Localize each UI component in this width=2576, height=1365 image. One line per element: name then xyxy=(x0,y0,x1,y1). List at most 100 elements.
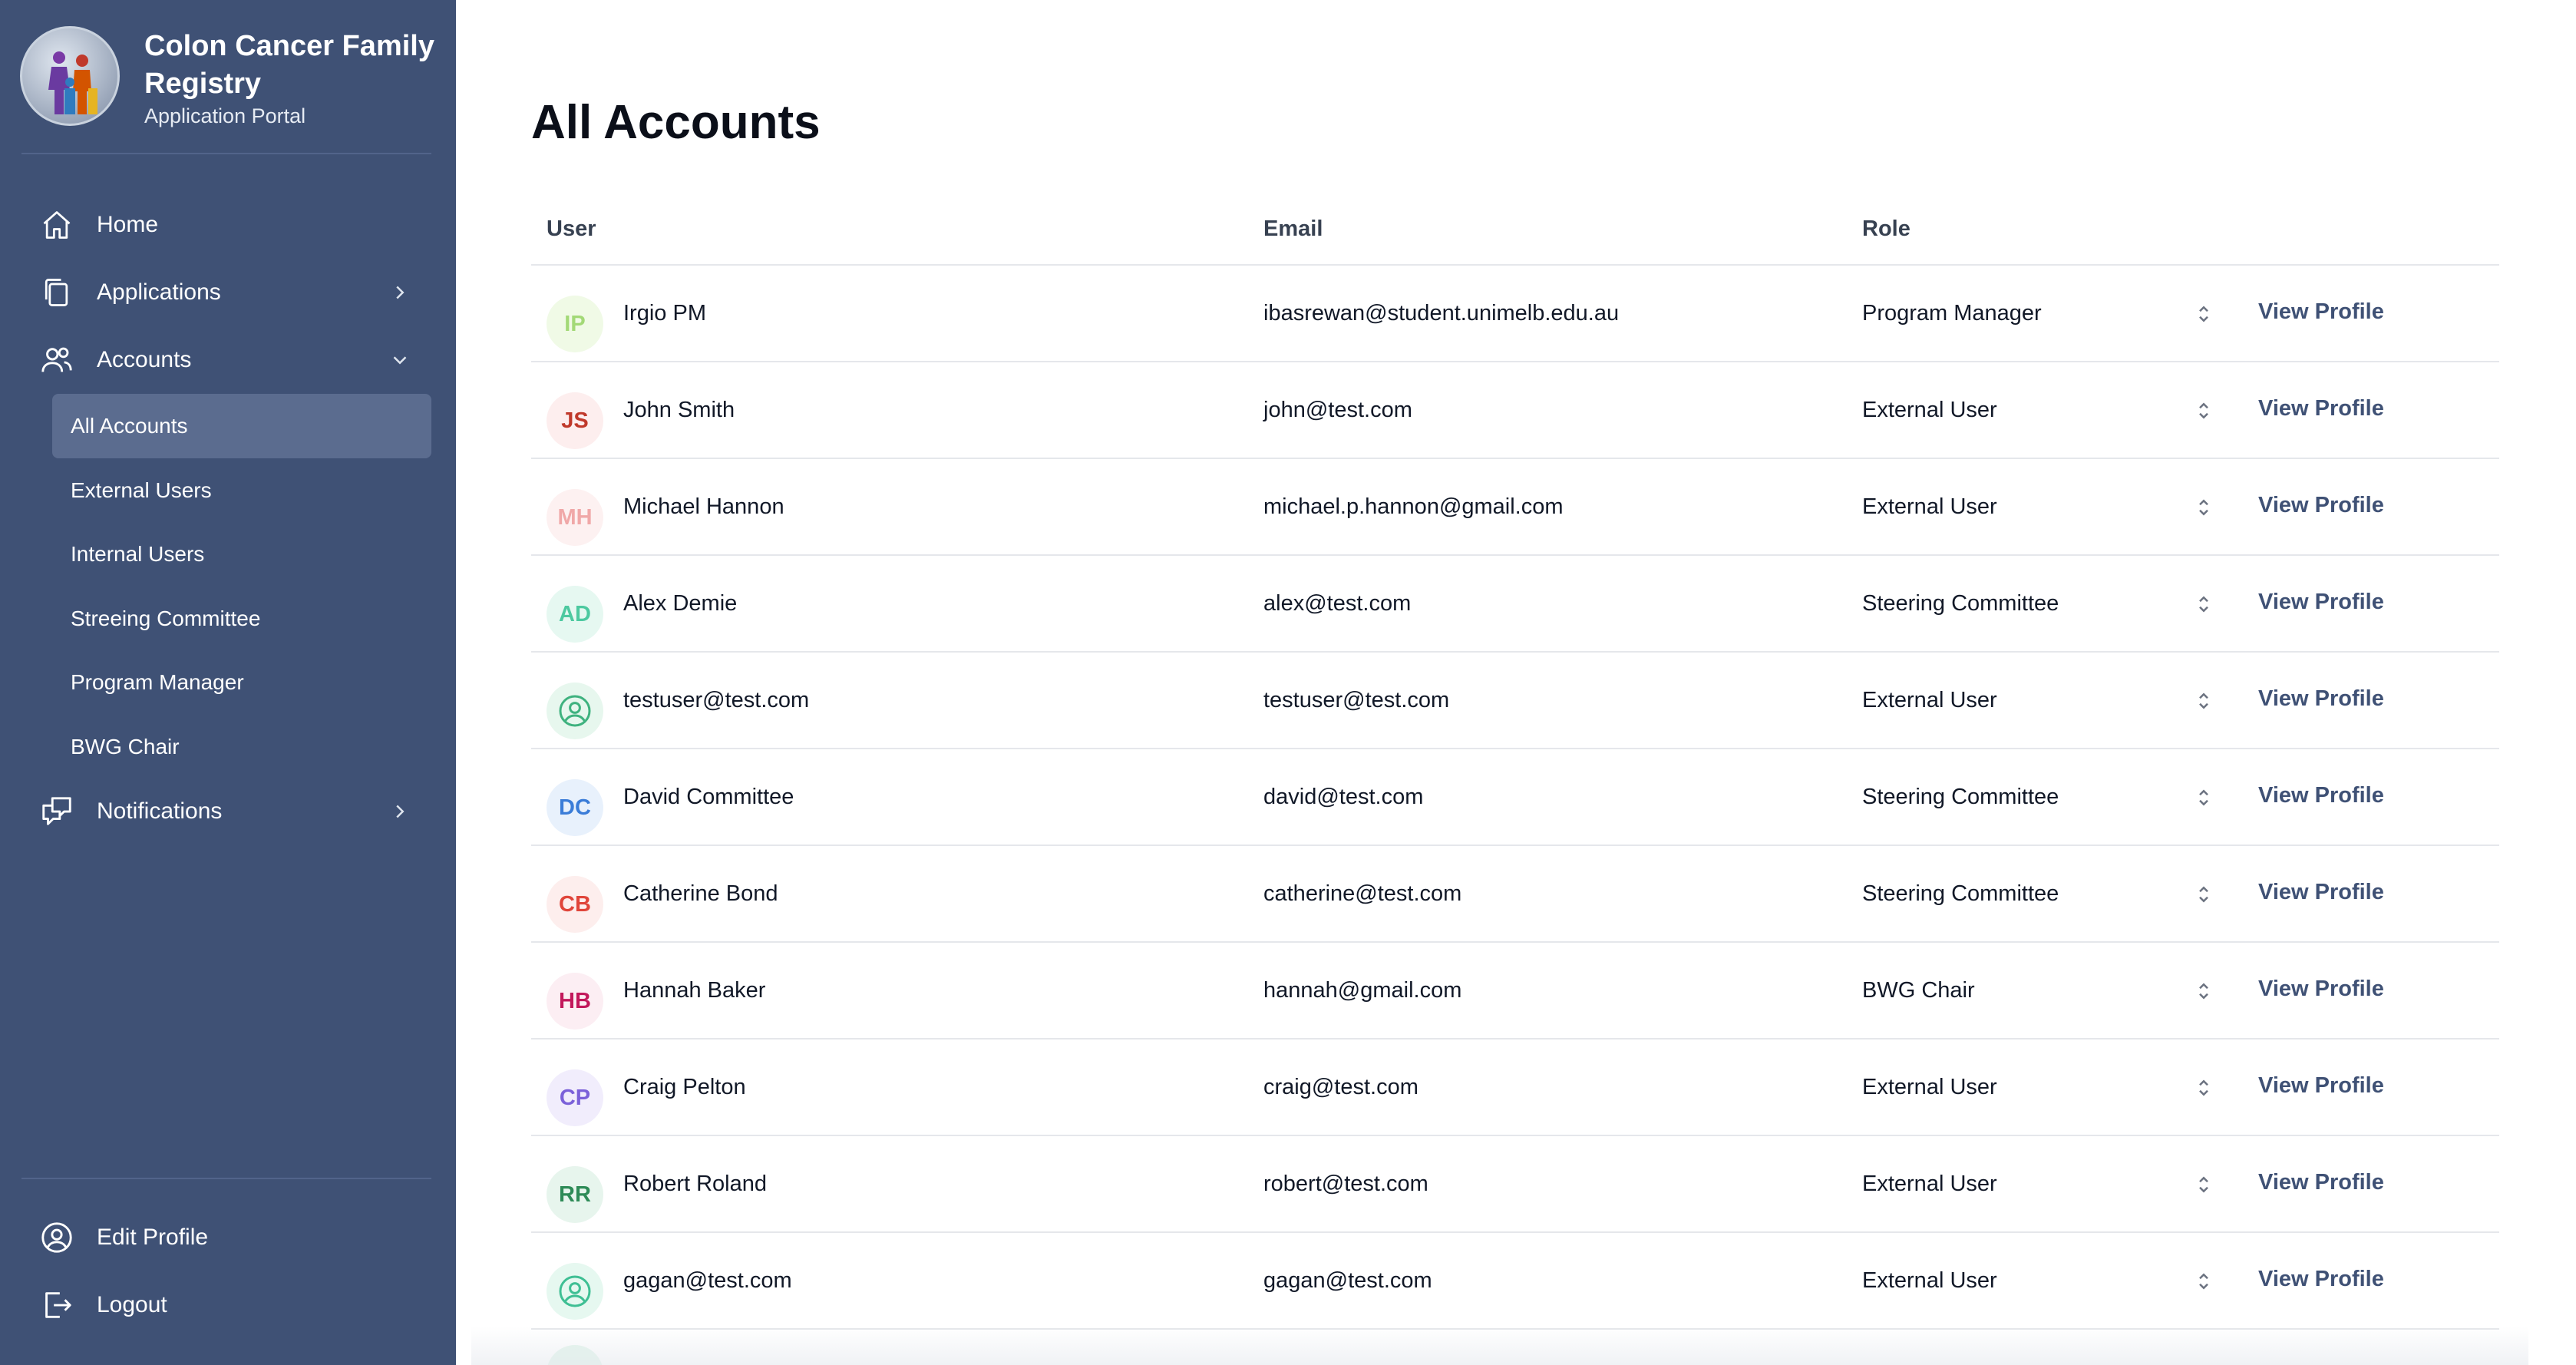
brand: Colon Cancer Family Registry Application… xyxy=(20,26,434,129)
brand-subtitle: Application Portal xyxy=(144,104,306,127)
table-row: IP Irgio PM ibasrewan@student.unimelb.edu.… xyxy=(531,266,2499,362)
user-name: testuser@test.com xyxy=(623,688,810,712)
role-value: External User xyxy=(1862,688,1997,712)
sub-program-manager[interactable]: Program Manager xyxy=(52,650,431,715)
role-value: External User xyxy=(1862,1172,1997,1196)
nav-applications-label: Applications xyxy=(97,279,221,305)
avatar: DC xyxy=(547,779,603,836)
user-circle-icon xyxy=(559,1275,591,1307)
select-arrows-icon xyxy=(2199,886,2208,903)
user-circle-icon xyxy=(37,1218,77,1258)
role-value: BWG Chair xyxy=(1862,978,1975,1003)
role-value: Steering Committee xyxy=(1862,591,2059,616)
registry-logo xyxy=(20,26,120,126)
nav-edit-profile-label: Edit Profile xyxy=(97,1225,209,1250)
user-name: Catherine Bond xyxy=(623,881,778,906)
sub-all-accounts[interactable]: All Accounts xyxy=(52,394,431,458)
user-name: Craig Pelton xyxy=(623,1075,746,1099)
user-name: Robert Roland xyxy=(623,1172,767,1196)
avatar: JS xyxy=(547,392,603,449)
select-arrows-icon xyxy=(2199,499,2208,516)
avatar xyxy=(547,1263,603,1320)
role-value: Program Manager xyxy=(1862,301,2042,326)
table-row: testuser@test.com testuser@test.com Extern… xyxy=(531,653,2499,749)
users-icon xyxy=(37,340,77,380)
user-email: ibasrewan@student.unimelb.edu.au xyxy=(1263,301,1620,326)
select-arrows-icon xyxy=(2199,692,2208,709)
avatar: MH xyxy=(547,489,603,546)
logout-icon xyxy=(37,1285,77,1325)
sidebar-divider-bottom xyxy=(21,1178,431,1179)
chat-bubbles-icon xyxy=(37,792,77,831)
role-value: External User xyxy=(1862,1075,1997,1099)
table-row: MH Michael Hannon michael.p.hannon@gmail.c… xyxy=(531,459,2499,556)
avatar: IP xyxy=(547,296,603,352)
view-profile-link[interactable]: View Profile xyxy=(2258,590,2384,615)
view-profile-link[interactable]: View Profile xyxy=(2258,880,2384,905)
table-row: gagan@test.com gagan@test.com External Use… xyxy=(531,1233,2499,1330)
sub-internal-users[interactable]: Internal Users xyxy=(52,522,431,587)
role-value: External User xyxy=(1862,1268,1997,1293)
table-header: User Email Role xyxy=(531,200,2499,266)
nav-home[interactable]: Home xyxy=(37,198,433,252)
table-row: CB Catherine Bond catherine@test.com Steeri… xyxy=(531,846,2499,943)
user-name: Alex Demie xyxy=(623,591,738,616)
user-name: John Smith xyxy=(623,398,735,422)
view-profile-link[interactable]: View Profile xyxy=(2258,1267,2384,1292)
page-title: All Accounts xyxy=(531,96,821,149)
role-value: External User xyxy=(1862,398,1997,422)
home-icon xyxy=(37,205,77,245)
user-name: Hannah Baker xyxy=(623,978,766,1003)
documents-icon xyxy=(37,273,77,312)
avatar: HB xyxy=(547,973,603,1030)
nav-logout[interactable]: Logout xyxy=(37,1278,433,1332)
view-profile-link[interactable]: View Profile xyxy=(2258,396,2384,421)
chevron-right-icon xyxy=(396,286,405,299)
table-body: IP Irgio PM ibasrewan@student.unimelb.edu.… xyxy=(531,266,2499,1330)
select-arrows-icon xyxy=(2199,402,2208,419)
role-value: Steering Committee xyxy=(1862,881,2059,906)
header-role: Role xyxy=(1862,216,1911,241)
nav-edit-profile[interactable]: Edit Profile xyxy=(37,1211,433,1264)
view-profile-link[interactable]: View Profile xyxy=(2258,783,2384,808)
table-row: AD Alex Demie alex@test.com Steering Commit… xyxy=(531,556,2499,653)
user-email: craig@test.com xyxy=(1263,1075,1418,1099)
view-profile-link[interactable]: View Profile xyxy=(2258,1073,2384,1099)
user-name: David Committee xyxy=(623,785,794,809)
avatar xyxy=(547,682,603,739)
view-profile-link[interactable]: View Profile xyxy=(2258,1170,2384,1195)
nav-applications[interactable]: Applications xyxy=(37,266,433,319)
avatar: CB xyxy=(547,876,603,933)
chevron-down-icon xyxy=(393,356,407,365)
user-email: catherine@test.com xyxy=(1263,881,1462,906)
sub-bwg-chair[interactable]: BWG Chair xyxy=(52,715,431,779)
main-content: All Accounts User Email Role IP Irgio PM i… xyxy=(456,0,2576,1365)
sub-external-users[interactable]: External Users xyxy=(52,458,431,523)
select-arrows-icon xyxy=(2199,1079,2208,1096)
select-arrows-icon xyxy=(2199,596,2208,613)
view-profile-link[interactable]: View Profile xyxy=(2258,686,2384,712)
avatar: AD xyxy=(547,586,603,643)
nav-accounts[interactable]: Accounts xyxy=(37,333,433,387)
table-row: HB Hannah Baker hannah@gmail.com BWG Chair V… xyxy=(531,943,2499,1039)
select-arrows-icon xyxy=(2199,789,2208,806)
nav-notifications[interactable]: Notifications xyxy=(37,785,433,838)
user-name: Irgio PM xyxy=(623,301,706,326)
table-row: JS John Smith john@test.com External User Vi… xyxy=(531,362,2499,459)
user-email: david@test.com xyxy=(1263,785,1424,809)
header-email: Email xyxy=(1263,216,1323,241)
sub-steering-committee[interactable]: Streeing Committee xyxy=(52,587,431,651)
avatar: CP xyxy=(547,1069,603,1126)
table-row: RR Robert Roland robert@test.com External U… xyxy=(531,1136,2499,1233)
table-row: DC David Committee david@test.com Steering … xyxy=(531,749,2499,846)
nav-accounts-label: Accounts xyxy=(97,347,192,372)
nav-notifications-label: Notifications xyxy=(97,798,223,824)
scroll-fade xyxy=(471,1327,2528,1365)
view-profile-link[interactable]: View Profile xyxy=(2258,977,2384,1002)
role-value: Steering Committee xyxy=(1862,785,2059,809)
chevron-right-icon xyxy=(396,805,405,818)
view-profile-link[interactable]: View Profile xyxy=(2258,299,2384,325)
select-arrows-icon xyxy=(2199,1273,2208,1290)
view-profile-link[interactable]: View Profile xyxy=(2258,493,2384,518)
header-user: User xyxy=(547,216,596,241)
